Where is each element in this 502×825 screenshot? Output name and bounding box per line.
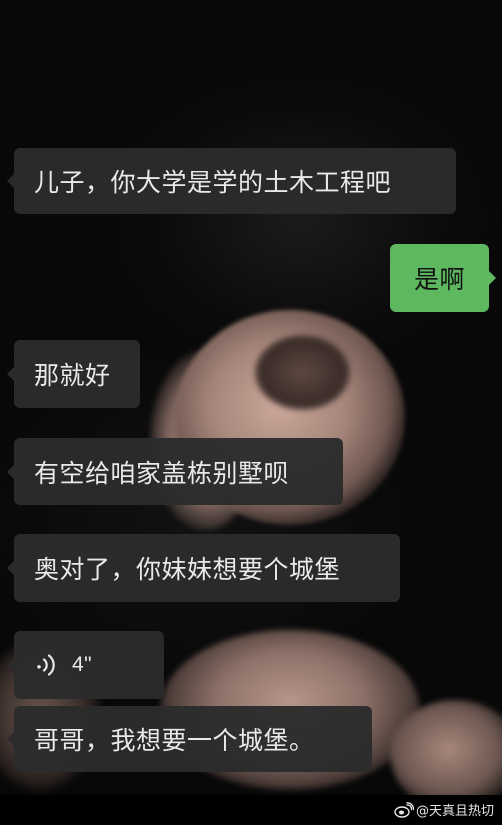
weibo-logo-icon xyxy=(394,801,414,818)
chat-screen: 儿子，你大学是学的土木工程吧 是啊 那就好 有空给咱家盖栋别墅呗 奥对了，你妹妹… xyxy=(0,0,502,825)
watermark-bar: @天真且热切 xyxy=(0,795,502,825)
message-bubble-incoming[interactable]: 哥哥，我想要一个城堡。 xyxy=(7,706,372,772)
message-bubble-incoming[interactable]: 儿子，你大学是学的土木工程吧 xyxy=(7,148,456,214)
weibo-watermark: @天真且热切 xyxy=(394,800,494,819)
voice-message-bubble[interactable]: 4" xyxy=(7,631,164,699)
message-bubble-incoming[interactable]: 有空给咱家盖栋别墅呗 xyxy=(7,438,343,505)
message-text: 有空给咱家盖栋别墅呗 xyxy=(34,458,290,488)
voice-duration: 4" xyxy=(72,653,93,676)
message-text: 哥哥，我想要一个城堡。 xyxy=(34,726,315,755)
message-bubble-incoming[interactable]: 奥对了，你妹妹想要个城堡 xyxy=(7,534,400,602)
message-text: 是啊 xyxy=(413,265,465,294)
message-text: 儿子，你大学是学的土木工程吧 xyxy=(34,168,392,197)
message-bubble-outgoing[interactable]: 是啊 xyxy=(390,244,496,312)
voice-waves-icon xyxy=(37,654,55,676)
message-bubble-incoming[interactable]: 那就好 xyxy=(7,340,140,408)
message-text: 奥对了，你妹妹想要个城堡 xyxy=(34,555,341,584)
rose-center xyxy=(255,335,350,410)
watermark-text: @天真且热切 xyxy=(415,804,494,819)
message-text: 那就好 xyxy=(34,361,111,390)
